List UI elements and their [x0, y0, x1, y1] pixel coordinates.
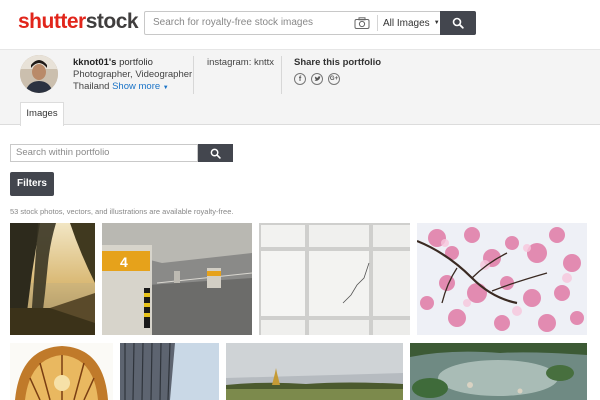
photo-thumbnail-lakeside-trees[interactable]	[10, 223, 95, 335]
shutterstock-logo[interactable]: shutterstock	[18, 10, 139, 34]
chevron-down-icon: ▼	[433, 20, 440, 26]
profile-location: Thailand	[73, 81, 110, 92]
photo-thumbnail-building-facade[interactable]	[120, 343, 219, 400]
share-icons: f G+	[294, 73, 340, 85]
tab-images[interactable]: Images	[20, 102, 64, 126]
logo-part-red: shutter	[18, 10, 86, 33]
portfolio-search: Search within portfolio	[10, 144, 233, 162]
profile-name: kknot01's portfolio	[73, 57, 153, 69]
instagram-handle: instagram: knttx	[207, 57, 275, 68]
profile-portfolio-suffix: portfolio	[116, 57, 153, 68]
show-more-label: Show more	[112, 81, 161, 92]
search-icon	[210, 148, 221, 159]
twitter-icon[interactable]	[311, 73, 323, 85]
profile-occupation: Photographer, Videographer	[73, 69, 193, 80]
google-plus-icon[interactable]: G+	[328, 73, 340, 85]
filters-button[interactable]: Filters	[10, 172, 54, 196]
photo-thumbnail-pink-blossoms[interactable]	[417, 223, 587, 335]
search-divider	[377, 15, 378, 31]
avatar	[20, 55, 58, 93]
svg-text:4: 4	[120, 254, 128, 270]
portfolio-search-input[interactable]: Search within portfolio	[10, 144, 198, 162]
facebook-icon[interactable]: f	[294, 73, 306, 85]
photo-thumbnail-lotus-pond[interactable]	[410, 343, 587, 400]
photo-thumbnail-parking-garage[interactable]: 4	[102, 223, 252, 335]
result-count: 53 stock photos, vectors, and illustrati…	[10, 207, 234, 216]
search-icon	[452, 17, 464, 29]
portfolio-search-button[interactable]	[198, 144, 233, 162]
category-dropdown[interactable]: All Images ▼	[383, 18, 444, 29]
profile-divider	[193, 56, 194, 94]
profile-username: kknot01's	[73, 57, 117, 68]
photo-thumbnail-temple-field[interactable]	[226, 343, 403, 400]
main-search-bar: Search for royalty-free stock images All…	[144, 11, 476, 35]
profile-divider	[281, 56, 282, 94]
main-search-input[interactable]: Search for royalty-free stock images	[145, 12, 345, 34]
portfolio-tabs: Images	[0, 100, 600, 126]
show-more-link[interactable]: Show more ▼	[112, 81, 169, 92]
share-heading: Share this portfolio	[294, 57, 382, 68]
search-button[interactable]	[440, 11, 476, 35]
profile-band: kknot01's portfolio Photographer, Videog…	[0, 50, 600, 100]
photo-thumbnail-golden-dome[interactable]	[10, 343, 113, 400]
category-selected: All Images	[383, 17, 430, 29]
camera-icon[interactable]	[351, 12, 373, 34]
profile-location-line: Thailand Show more ▼	[73, 81, 169, 94]
chevron-down-icon: ▼	[162, 85, 169, 91]
photo-thumbnail-white-tiles[interactable]	[259, 223, 410, 335]
top-header: shutterstock Search for royalty-free sto…	[0, 0, 600, 50]
logo-part-dark: stock	[85, 10, 139, 33]
